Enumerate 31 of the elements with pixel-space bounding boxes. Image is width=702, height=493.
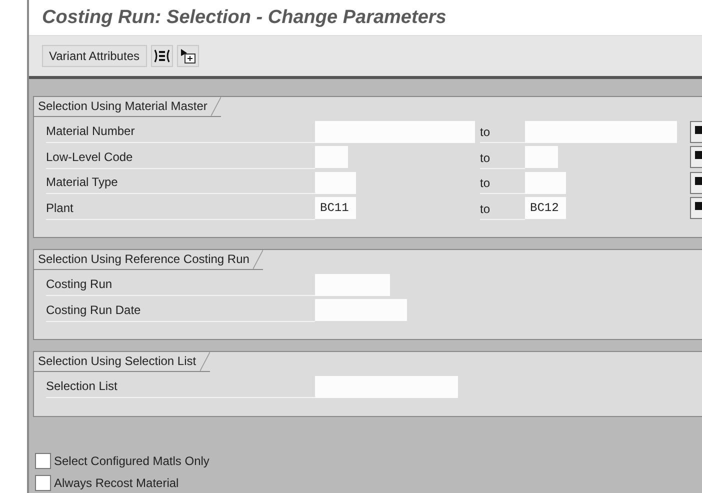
input-field[interactable] [315,299,407,322]
group-title: Selection Using Material Master [34,97,222,117]
field-label: Plant [46,196,315,220]
field-label: Selection List [46,375,315,398]
field-label: Material Type [46,171,315,194]
input-field[interactable]: BC11 [315,197,356,220]
field-label: Material Number [46,120,315,144]
field-label: Costing Run [46,273,315,296]
variant-attributes-button[interactable]: Variant Attributes [42,45,146,67]
input-field[interactable]: BC12 [525,197,566,220]
folder-button[interactable] [176,45,198,67]
input-field[interactable] [525,172,566,194]
list-icon [154,49,170,63]
group-title: Selection Using Selection List [34,352,210,372]
input-field[interactable] [315,146,348,168]
input-field[interactable] [315,120,475,143]
checkbox[interactable] [35,452,51,468]
list-button[interactable] [150,45,172,67]
input-field[interactable] [525,120,677,143]
input-field[interactable] [525,146,558,168]
group-title: Selection Using Reference Costing Run [34,250,264,270]
folder-plus-icon [180,48,196,64]
checkbox-label: Select Configured Matls Only [54,454,210,468]
input-field[interactable] [315,172,356,194]
input-field[interactable] [315,274,390,296]
field-label: Low-Level Code [46,146,315,169]
window-title: Costing Run: Selection - Change Parameters [29,0,702,36]
checkbox[interactable] [35,474,51,490]
field-label: Costing Run Date [46,298,315,322]
checkbox-label: Always Recost Material [54,476,179,490]
input-field[interactable] [315,376,458,398]
